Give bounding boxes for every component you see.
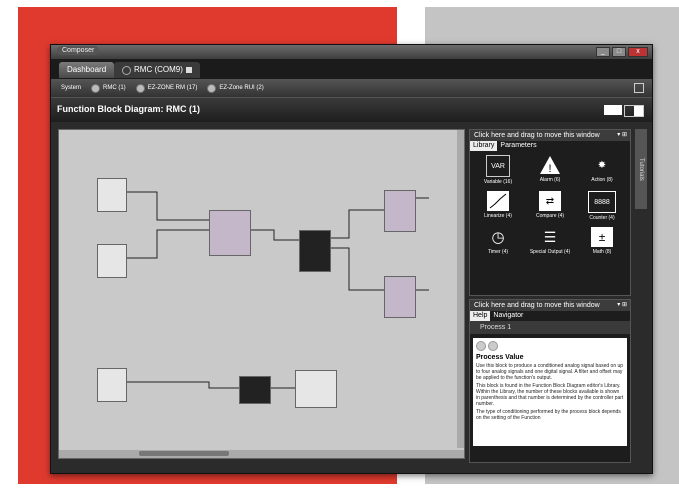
nav-item-label: EZ-Zone RUI (2)	[219, 85, 264, 91]
action-icon: ✸	[597, 159, 607, 171]
layout-toggle-button[interactable]	[624, 105, 644, 117]
help-panel: Click here and drag to move this window …	[469, 299, 631, 463]
library-item-label: Linearize (4)	[484, 213, 512, 219]
library-tabs: Library Parameters	[470, 141, 630, 151]
application-window: Composer _ □ x Dashboard RMC (COM9) Syst…	[50, 44, 653, 474]
help-drag-handle[interactable]: Click here and drag to move this window …	[470, 300, 630, 311]
counter-icon: 8888	[588, 191, 616, 213]
tab-help[interactable]: Help	[470, 311, 491, 321]
close-button[interactable]: x	[628, 47, 648, 57]
function-block-canvas[interactable]	[58, 129, 465, 459]
right-sidebar: Click here and drag to move this window …	[469, 129, 633, 463]
library-item-action[interactable]: ✸ Action (8)	[576, 155, 628, 185]
compare-icon: ⇄	[539, 191, 561, 211]
nav-system[interactable]: System	[61, 85, 81, 91]
panel-controls[interactable]: ▾ ⊞	[617, 130, 627, 141]
panel-controls[interactable]: ▾ ⊞	[617, 300, 627, 311]
view-toggle-button[interactable]	[604, 105, 622, 115]
help-content: Process Value Use this block to produce …	[473, 338, 627, 446]
tab-library[interactable]: Library	[470, 141, 498, 151]
library-item-label: Compare (4)	[535, 213, 565, 219]
help-tabs: Help Navigator	[470, 311, 630, 321]
analog-input-block[interactable]	[97, 368, 127, 402]
maximize-button[interactable]: □	[612, 47, 626, 57]
device-icon	[91, 83, 101, 93]
output-block[interactable]	[384, 276, 416, 318]
device-icon	[135, 83, 145, 93]
nav-item-label: RMC (1)	[103, 85, 126, 91]
title-bar: Composer _ □ x	[51, 45, 652, 59]
library-item-special-output[interactable]: ☰ Special Output (4)	[524, 227, 576, 256]
help-paragraph: The type of conditioning performed by th…	[476, 409, 621, 421]
tab-dashboard[interactable]: Dashboard	[59, 62, 115, 78]
alarm-icon-mark: !	[548, 163, 551, 175]
drag-text: Click here and drag to move this window	[474, 132, 600, 139]
linearize-icon	[487, 191, 509, 211]
analog-input-block[interactable]	[97, 244, 127, 278]
library-item-timer[interactable]: ◷ Timer (4)	[472, 227, 524, 255]
help-paragraph: This block is found in the Function Bloc…	[476, 383, 624, 407]
library-drag-handle[interactable]: Click here and drag to move this window …	[470, 130, 630, 141]
help-paragraph: Use this block to produce a conditioned …	[476, 363, 624, 381]
page-header: Function Block Diagram: RMC (1)	[51, 97, 652, 122]
math-icon: ±	[591, 227, 613, 247]
help-icon[interactable]	[634, 83, 644, 93]
limit-output-block[interactable]	[295, 370, 337, 408]
linearize-graph	[489, 193, 507, 209]
app-title: Composer	[57, 46, 100, 55]
tab-rmc-label: RMC (COM9)	[134, 65, 183, 74]
alarm-icon: !	[539, 155, 561, 175]
library-item-label: Math (8)	[592, 249, 612, 255]
library-item-variable[interactable]: VAR Variable (16)	[472, 155, 524, 185]
nav-item-ez-zone-rm[interactable]: EZ-ZONE RM (17)	[135, 83, 198, 93]
nav-item-label: EZ-ZONE RM (17)	[147, 85, 198, 91]
nav-item-rmc[interactable]: RMC (1)	[91, 83, 126, 93]
device-navbar: System RMC (1) EZ-ZONE RM (17) EZ-Zone R…	[51, 79, 652, 97]
window-controls: _ □ x	[596, 47, 648, 57]
special-output-icon: ☰	[543, 228, 557, 245]
help-title: Process Value	[476, 354, 524, 361]
library-item-compare[interactable]: ⇄ Compare (4)	[524, 191, 576, 221]
library-item-counter[interactable]: 8888 Counter (4)	[576, 191, 628, 221]
library-item-label: Special Output (4)	[529, 249, 571, 255]
back-icon[interactable]	[476, 341, 486, 351]
tab-navigator[interactable]: Navigator	[490, 311, 526, 321]
library-item-math[interactable]: ± Math (8)	[576, 227, 628, 255]
page-title: Function Block Diagram: RMC (1)	[57, 104, 201, 114]
variable-icon: VAR	[486, 155, 510, 177]
library-grid: VAR Variable (16) ! Alarm (6) ✸ Action (…	[470, 151, 630, 259]
library-item-alarm[interactable]: ! Alarm (6)	[524, 155, 576, 185]
forward-icon[interactable]	[488, 341, 498, 351]
tab-parameters[interactable]: Parameters	[497, 141, 539, 151]
help-breadcrumb: Process 1	[470, 321, 630, 334]
tutorials-tab[interactable]: Tutorials	[635, 129, 647, 209]
device-icon	[207, 83, 217, 93]
output-block[interactable]	[384, 190, 416, 232]
horizontal-scrollbar[interactable]	[59, 450, 464, 458]
limit-block[interactable]	[239, 376, 271, 404]
library-item-label: Alarm (6)	[539, 177, 561, 183]
library-item-linearize[interactable]: Linearize (4)	[472, 191, 524, 221]
timer-icon: ◷	[491, 229, 505, 246]
nav-item-ez-zone-rui[interactable]: EZ-Zone RUI (2)	[207, 83, 264, 93]
help-nav-buttons	[476, 341, 624, 351]
alarm-triangle: !	[540, 156, 560, 175]
tab-bar: Dashboard RMC (COM9)	[51, 59, 652, 79]
library-item-label: Timer (4)	[487, 249, 509, 255]
drag-text: Click here and drag to move this window	[474, 302, 600, 309]
device-icon	[122, 65, 131, 75]
library-panel: Click here and drag to move this window …	[469, 129, 631, 296]
library-item-label: Variable (16)	[483, 179, 513, 185]
horizontal-scroll-thumb[interactable]	[139, 451, 229, 456]
analog-input-block[interactable]	[97, 178, 127, 212]
process-block[interactable]	[209, 210, 251, 256]
minimize-button[interactable]: _	[596, 47, 610, 57]
loop-block[interactable]	[299, 230, 331, 272]
close-tab-icon[interactable]	[185, 67, 192, 73]
vertical-scrollbar[interactable]	[457, 130, 464, 448]
library-item-label: Action (8)	[591, 177, 613, 183]
library-item-label: Counter (4)	[589, 215, 615, 221]
tab-rmc[interactable]: RMC (COM9)	[114, 62, 200, 78]
